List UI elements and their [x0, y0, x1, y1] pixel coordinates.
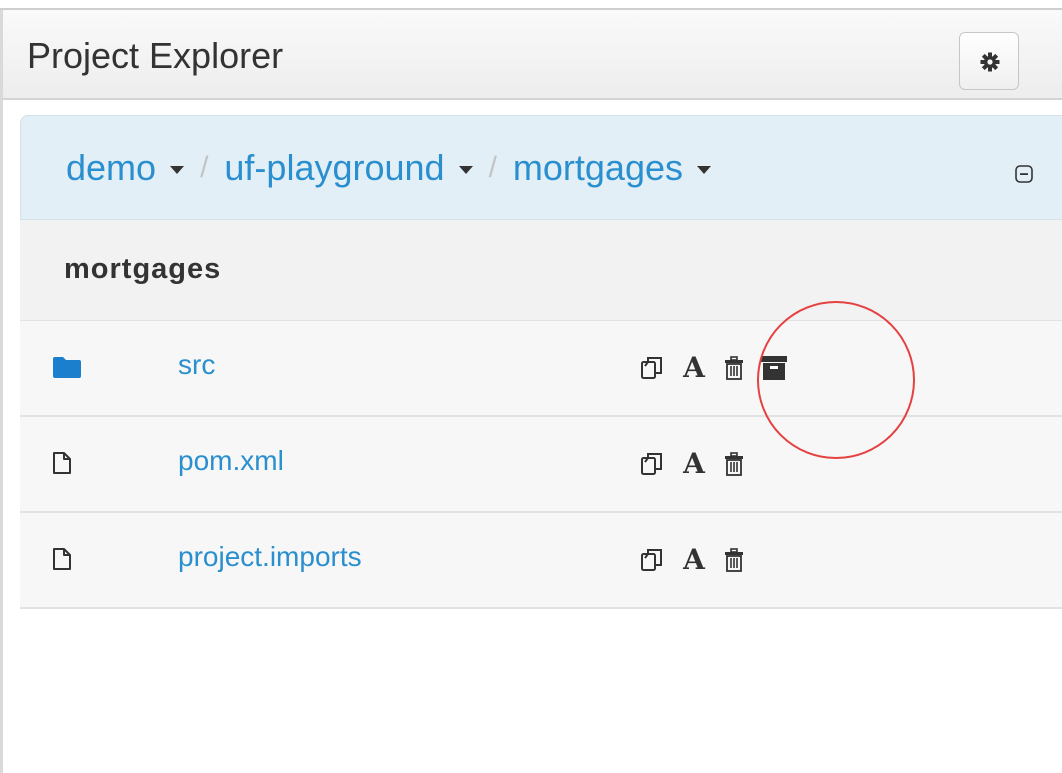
delete-button[interactable]: [724, 548, 744, 572]
file-list: src A pom.xml A project.imports A: [20, 321, 1062, 609]
trash-icon: [725, 452, 743, 476]
rename-icon: A: [683, 447, 705, 480]
panel-header: Project Explorer: [3, 10, 1062, 100]
file-link[interactable]: pom.xml: [178, 445, 284, 477]
rename-icon: A: [683, 351, 705, 384]
copy-button[interactable]: [640, 451, 664, 477]
breadcrumb-separator: /: [488, 151, 497, 184]
copy-icon: [641, 357, 662, 379]
gear-icon: [980, 52, 1000, 72]
file-icon: [53, 548, 71, 570]
copy-icon: [641, 453, 662, 475]
breadcrumb-branch-label: uf-playground: [224, 147, 445, 188]
panel-title: Project Explorer: [27, 35, 284, 76]
folder-icon: [53, 357, 81, 378]
rename-button[interactable]: A: [680, 351, 708, 385]
trash-icon: [725, 356, 743, 380]
minus-square-icon[interactable]: [1015, 165, 1033, 183]
copy-button[interactable]: [640, 547, 664, 573]
breadcrumb: demo / uf-playground / mortgages: [20, 115, 1062, 220]
copy-button[interactable]: [640, 355, 664, 381]
file-link[interactable]: project.imports: [178, 541, 362, 573]
file-icon: [53, 452, 71, 474]
list-item: project.imports A: [20, 513, 1062, 609]
settings-button[interactable]: [959, 32, 1019, 90]
rename-button[interactable]: A: [680, 543, 708, 577]
list-item: pom.xml A: [20, 417, 1062, 513]
folder-header: mortgages: [20, 220, 1062, 321]
rename-button[interactable]: A: [680, 447, 708, 481]
breadcrumb-project-label: mortgages: [512, 147, 683, 188]
delete-button[interactable]: [724, 452, 744, 476]
file-link[interactable]: src: [178, 349, 215, 381]
left-border: [0, 10, 3, 773]
project-explorer-panel: Project Explorer demo / uf-playground / …: [0, 0, 1062, 773]
delete-button[interactable]: [724, 356, 744, 380]
breadcrumb-repository[interactable]: demo: [66, 146, 185, 190]
breadcrumb-repository-label: demo: [66, 147, 157, 188]
rename-icon: A: [683, 543, 705, 576]
trash-icon: [725, 548, 743, 572]
folder-title: mortgages: [64, 253, 222, 285]
caret-down-icon: [170, 166, 185, 174]
breadcrumb-separator: /: [200, 151, 209, 184]
archive-icon: [761, 356, 787, 380]
caret-down-icon: [458, 166, 473, 174]
archive-button[interactable]: [760, 355, 788, 381]
copy-icon: [641, 549, 662, 571]
caret-down-icon: [697, 166, 711, 174]
top-border: [0, 0, 1062, 10]
list-item: src A: [20, 321, 1062, 417]
breadcrumb-branch[interactable]: uf-playground: [224, 146, 473, 190]
breadcrumb-project[interactable]: mortgages: [513, 146, 711, 190]
